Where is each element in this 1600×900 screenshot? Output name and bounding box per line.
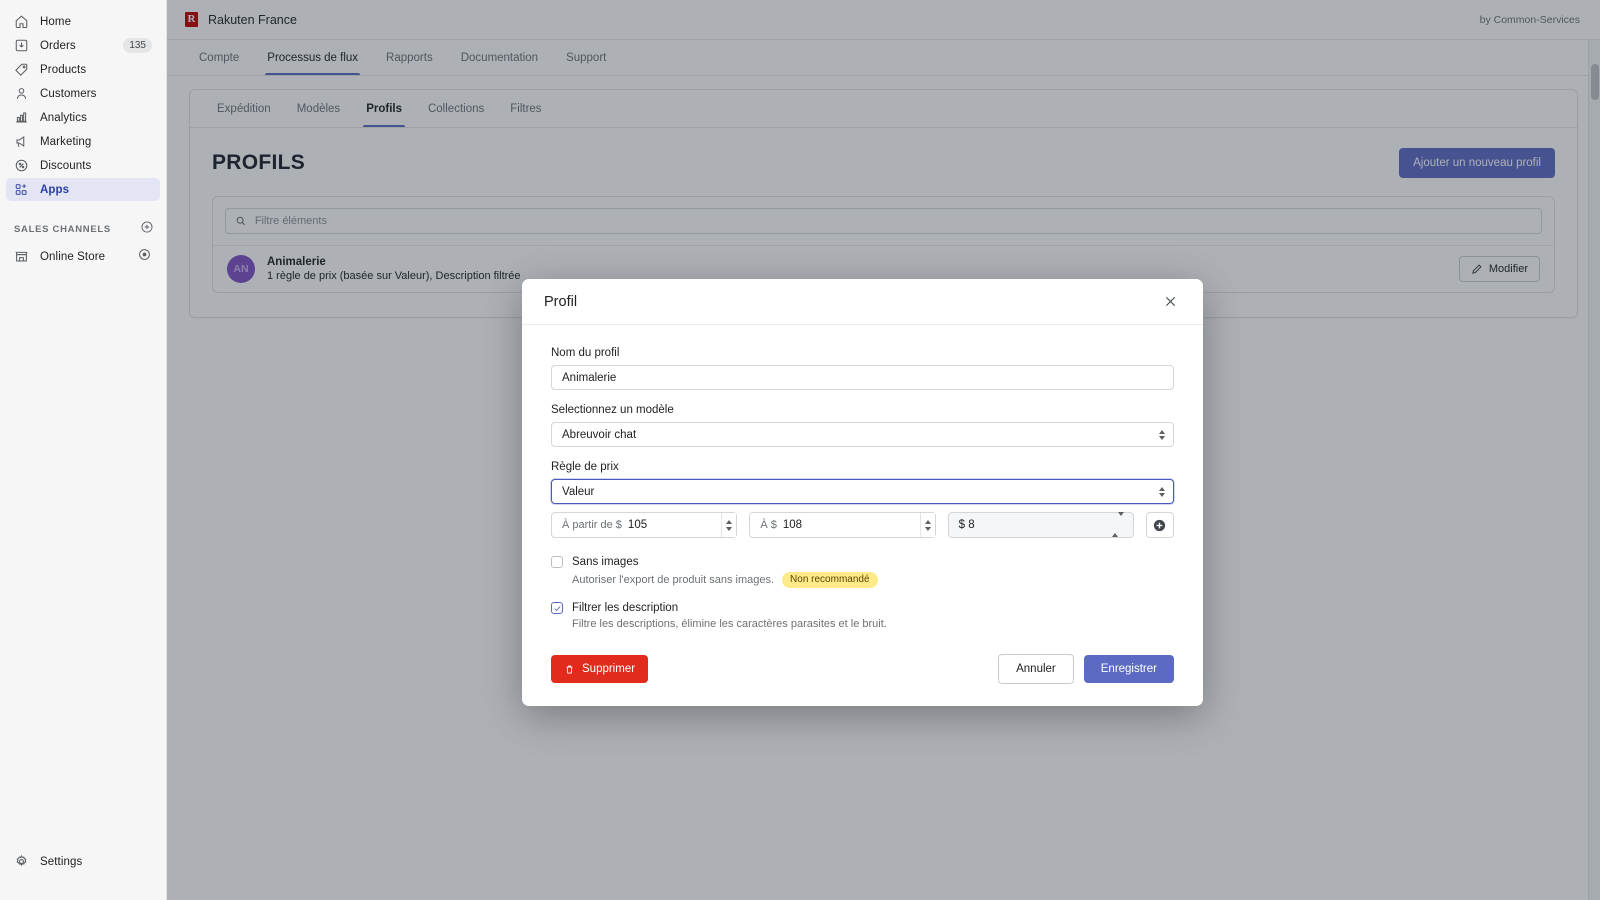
modal-header: Profil <box>522 279 1203 325</box>
price-from-stepper[interactable] <box>721 513 737 537</box>
filter-description-checkbox[interactable] <box>551 602 563 614</box>
plus-circle-icon <box>1154 519 1166 531</box>
price-rule-label: Règle de prix <box>551 461 619 473</box>
sidebar-item-label: Customers <box>40 87 97 100</box>
sidebar-item-label: Marketing <box>40 135 92 148</box>
price-amount-select[interactable]: $ 8 <box>947 512 1134 538</box>
discounts-icon <box>15 159 28 172</box>
cancel-button[interactable]: Annuler <box>998 654 1074 684</box>
price-to-input[interactable] <box>782 519 925 531</box>
marketing-icon <box>16 136 25 147</box>
analytics-icon <box>16 112 27 123</box>
close-icon <box>1165 296 1175 307</box>
sidebar-item-analytics[interactable]: Analytics <box>6 106 160 129</box>
price-from-prefix: À partir de $ <box>562 519 622 531</box>
save-button[interactable]: Enregistrer <box>1083 655 1174 683</box>
delete-button[interactable]: Supprimer <box>551 655 649 683</box>
plus-circle-icon <box>141 221 153 233</box>
store-icon <box>15 251 28 262</box>
add-sales-channel-button[interactable] <box>140 220 154 239</box>
no-images-line[interactable]: Sans images <box>551 556 1174 568</box>
price-rule-group: Règle de prix <box>551 461 1174 504</box>
orders-icon <box>15 39 28 52</box>
profile-name-group: Nom du profil <box>551 347 1174 390</box>
no-images-checkbox[interactable] <box>551 556 563 568</box>
sales-channels-header: SALES CHANNELS <box>14 220 154 239</box>
price-to-stepper[interactable] <box>919 513 935 537</box>
sidebar-item-label: Analytics <box>40 111 87 124</box>
profile-name-input[interactable] <box>551 365 1174 390</box>
customers-icon <box>16 88 27 99</box>
apps-icon <box>15 184 27 195</box>
template-group: Selectionnez un modèle <box>551 404 1174 447</box>
modal-body: Nom du profil Selectionnez un modèle Règ… <box>522 325 1203 630</box>
template-label: Selectionnez un modèle <box>551 404 674 416</box>
profile-modal: Profil Nom du profil Selectionnez un mod… <box>522 279 1203 706</box>
sidebar-item-label: Discounts <box>40 159 92 172</box>
modal-footer: Supprimer Annuler Enregistrer <box>522 644 1203 706</box>
sidebar-item-label: Settings <box>40 855 83 868</box>
sidebar-item-products[interactable]: Products <box>6 58 160 81</box>
filter-description-line[interactable]: Filtrer les description <box>551 602 1174 614</box>
filter-description-description-row: Filtre les descriptions, élimine les car… <box>572 618 1174 630</box>
price-rule-select[interactable] <box>551 479 1174 504</box>
sidebar-nav: Home Orders 135 Products Customers Analy… <box>0 0 166 202</box>
sidebar-item-label: Home <box>40 15 72 28</box>
add-price-rule-button[interactable] <box>1145 512 1174 538</box>
sidebar-item-label: Online Store <box>40 250 106 263</box>
sidebar-item-discounts[interactable]: Discounts <box>6 154 160 177</box>
chevron-updown-icon <box>1111 512 1124 537</box>
price-from-input[interactable] <box>627 519 727 531</box>
status-badge: Non recommandé <box>782 572 878 588</box>
trash-icon <box>566 665 573 673</box>
price-amount-value: $ 8 <box>958 519 975 531</box>
orders-badge: 135 <box>123 38 152 53</box>
template-select-wrap <box>551 422 1174 447</box>
price-from-field[interactable]: À partir de $ <box>551 512 738 538</box>
eye-icon <box>139 248 150 260</box>
sidebar-footer: Settings <box>0 850 166 900</box>
preview-store-button[interactable] <box>137 247 152 267</box>
home-icon <box>15 15 28 29</box>
sidebar-item-online-store[interactable]: Online Store <box>6 245 160 268</box>
filter-description-label: Filtrer les description <box>572 602 679 614</box>
price-to-prefix: À $ <box>760 519 777 531</box>
sidebar-item-apps[interactable]: Apps <box>6 178 160 201</box>
price-to-field[interactable]: À $ <box>749 512 936 538</box>
sidebar-item-settings[interactable]: Settings <box>6 850 160 873</box>
gear-icon <box>16 854 27 867</box>
sidebar-item-label: Apps <box>40 183 70 196</box>
delete-label: Supprimer <box>582 663 636 675</box>
sidebar-item-marketing[interactable]: Marketing <box>6 130 160 153</box>
products-icon <box>15 63 28 76</box>
modal-title: Profil <box>544 293 578 310</box>
no-images-block: Sans images Autoriser l'export de produi… <box>551 556 1174 588</box>
sidebar-item-label: Products <box>40 63 87 76</box>
sidebar-item-label: Orders <box>40 39 76 52</box>
price-range-row: À partir de $ À $ $ 8 <box>551 512 1174 538</box>
no-images-description-row: Autoriser l'export de produit sans image… <box>572 572 1174 588</box>
sidebar-item-customers[interactable]: Customers <box>6 82 160 105</box>
sidebar-item-orders[interactable]: Orders 135 <box>6 34 160 57</box>
filter-description-block: Filtrer les description Filtre les descr… <box>551 602 1174 630</box>
sidebar: Home Orders 135 Products Customers Analy… <box>0 0 167 900</box>
sidebar-item-home[interactable]: Home <box>6 10 160 33</box>
template-select[interactable] <box>551 422 1174 447</box>
close-button[interactable] <box>1159 291 1181 313</box>
filter-description-description: Filtre les descriptions, élimine les car… <box>572 618 887 630</box>
profile-name-label: Nom du profil <box>551 347 620 359</box>
sales-channels-title: SALES CHANNELS <box>14 224 111 235</box>
no-images-label: Sans images <box>572 556 639 568</box>
check-icon <box>553 605 561 611</box>
price-rule-select-wrap <box>551 479 1174 504</box>
no-images-description: Autoriser l'export de produit sans image… <box>572 574 775 586</box>
